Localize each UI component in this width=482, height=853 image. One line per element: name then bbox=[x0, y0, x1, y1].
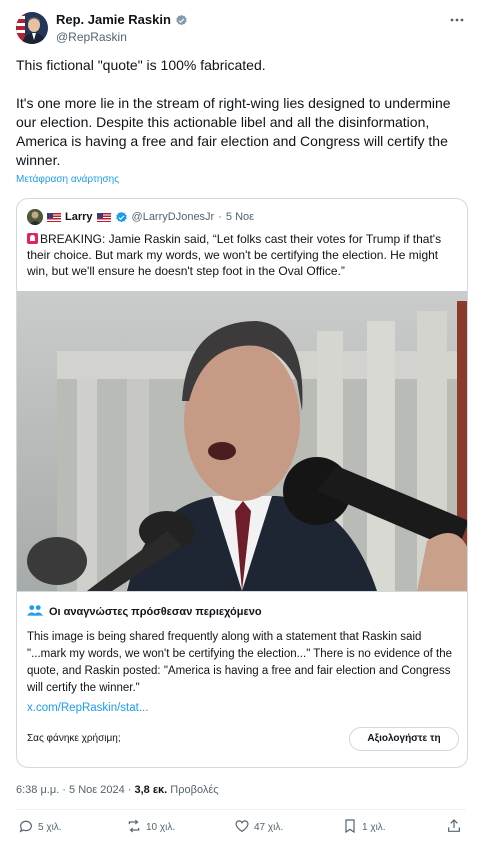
quoted-avatar bbox=[27, 209, 43, 225]
us-flag-icon bbox=[47, 212, 61, 222]
action-bar: 5 χιλ. 10 χιλ. 47 χιλ. 1 χιλ. bbox=[16, 818, 468, 840]
bookmark-icon bbox=[342, 818, 358, 837]
like-count: 47 χιλ. bbox=[254, 822, 284, 833]
author-name[interactable]: Rep. Jamie Raskin bbox=[56, 12, 171, 28]
repost-button[interactable]: 10 χιλ. bbox=[126, 818, 175, 837]
verified-badge-icon bbox=[175, 14, 188, 27]
community-note-body: This image is being shared frequently al… bbox=[27, 631, 452, 694]
quoted-time: 5 Νοε bbox=[225, 211, 255, 223]
heart-icon bbox=[234, 818, 250, 837]
author-avatar[interactable] bbox=[16, 12, 48, 44]
quoted-text: BREAKING: Jamie Raskin said, “Let folks … bbox=[27, 231, 459, 279]
reply-icon bbox=[18, 818, 34, 837]
community-note-heading: Οι αναγνώστες πρόσθεσαν περιεχόμενο bbox=[49, 605, 262, 618]
quoted-name[interactable]: Larry bbox=[65, 211, 93, 223]
views-count: 3,8 εκ. bbox=[134, 784, 168, 796]
repost-icon bbox=[126, 818, 142, 837]
tweet-meta: 6:38 μ.μ. · 5 Νοε 2024 · 3,8 εκ. Προβολέ… bbox=[16, 784, 219, 796]
like-button[interactable]: 47 χιλ. bbox=[234, 818, 283, 837]
us-flag-icon bbox=[96, 212, 111, 222]
divider bbox=[16, 809, 466, 810]
more-options-icon[interactable] bbox=[446, 12, 468, 28]
bookmark-count: 1 χιλ. bbox=[362, 822, 386, 833]
reply-button[interactable]: 5 χιλ. bbox=[18, 818, 62, 837]
quoted-text-body: BREAKING: Jamie Raskin said, “Let folks … bbox=[27, 232, 442, 278]
repost-count: 10 χιλ. bbox=[146, 822, 176, 833]
bookmark-button[interactable]: 1 χιλ. bbox=[342, 818, 386, 837]
community-note: Οι αναγνώστες πρόσθεσαν περιεχόμενο This… bbox=[17, 591, 467, 767]
views-label: Προβολές bbox=[167, 784, 219, 796]
share-button[interactable] bbox=[446, 818, 462, 837]
reply-count: 5 χιλ. bbox=[38, 822, 62, 833]
quoted-handle: @LarryDJonesJr bbox=[131, 211, 215, 223]
community-note-link[interactable]: x.com/RepRaskin/stat... bbox=[27, 702, 148, 714]
community-note-title: Οι αναγνώστες πρόσθεσαν περιεχόμενο bbox=[27, 604, 262, 619]
author-info: Rep. Jamie Raskin @RepRaskin bbox=[56, 12, 188, 46]
tweet-text: This fictional "quote" is 100% fabricate… bbox=[16, 57, 451, 168]
readers-icon bbox=[27, 604, 43, 619]
siren-icon bbox=[27, 233, 38, 244]
share-icon bbox=[446, 818, 462, 837]
author-handle[interactable]: @RepRaskin bbox=[56, 28, 188, 46]
timestamp[interactable]: 6:38 μ.μ. · 5 Νοε 2024 · bbox=[16, 784, 134, 796]
helpful-prompt: Σας φάνηκε χρήσιμη; bbox=[27, 733, 121, 744]
translate-post-link[interactable]: Μετάφραση ανάρτησης bbox=[16, 174, 119, 185]
rate-note-button[interactable]: Αξιολογήστε τη bbox=[349, 727, 459, 751]
quoted-header: Larry @LarryDJonesJr · 5 Νοε bbox=[27, 209, 254, 225]
tweet-header: Rep. Jamie Raskin @RepRaskin bbox=[16, 12, 470, 48]
quoted-photo[interactable] bbox=[17, 291, 467, 591]
blue-verified-icon bbox=[115, 211, 128, 224]
quoted-tweet[interactable]: Larry @LarryDJonesJr · 5 Νοε BREAKING: J… bbox=[16, 198, 468, 768]
quoted-separator: · bbox=[218, 211, 222, 223]
